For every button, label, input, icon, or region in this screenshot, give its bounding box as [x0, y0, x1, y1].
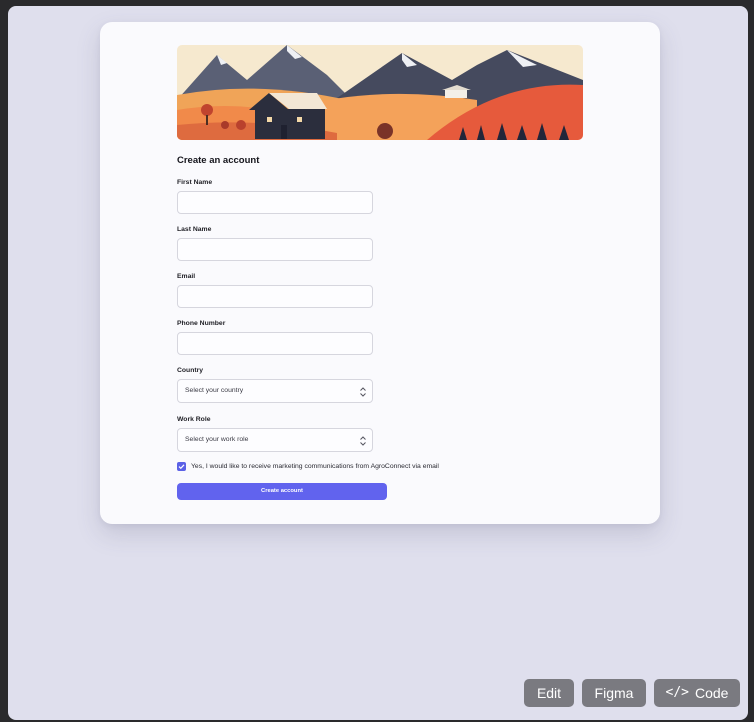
code-button[interactable]: </> Code [654, 679, 740, 707]
preview-frame: Create an account First Name Last Name E… [8, 6, 748, 720]
figma-button[interactable]: Figma [582, 679, 646, 707]
last-name-input[interactable] [177, 238, 373, 261]
hero-illustration [177, 45, 583, 140]
last-name-label: Last Name [177, 226, 212, 233]
page-title: Create an account [177, 155, 260, 166]
first-name-input[interactable] [177, 191, 373, 214]
country-select-value: Select your country [185, 387, 244, 394]
email-label: Email [177, 273, 196, 280]
code-icon: </> [665, 685, 689, 700]
work-role-select-value: Select your work role [185, 436, 249, 443]
code-button-label: Code [695, 685, 729, 701]
phone-number-label: Phone Number [177, 320, 226, 327]
email-input[interactable] [177, 285, 373, 308]
checkmark-icon [178, 464, 185, 470]
phone-number-input[interactable] [177, 332, 373, 355]
country-select[interactable]: Select your country [177, 379, 373, 403]
signup-card: Create an account First Name Last Name E… [100, 22, 660, 524]
work-role-label: Work Role [177, 416, 211, 423]
marketing-consent-checkbox[interactable] [177, 462, 186, 471]
first-name-label: First Name [177, 179, 213, 186]
create-account-button[interactable]: Create account [177, 483, 387, 500]
chevron-up-down-icon [359, 385, 367, 397]
marketing-consent-label: Yes, I would like to receive marketing c… [191, 463, 439, 470]
chevron-up-down-icon [359, 434, 367, 446]
work-role-select[interactable]: Select your work role [177, 428, 373, 452]
country-label: Country [177, 367, 204, 374]
edit-button[interactable]: Edit [524, 679, 574, 707]
